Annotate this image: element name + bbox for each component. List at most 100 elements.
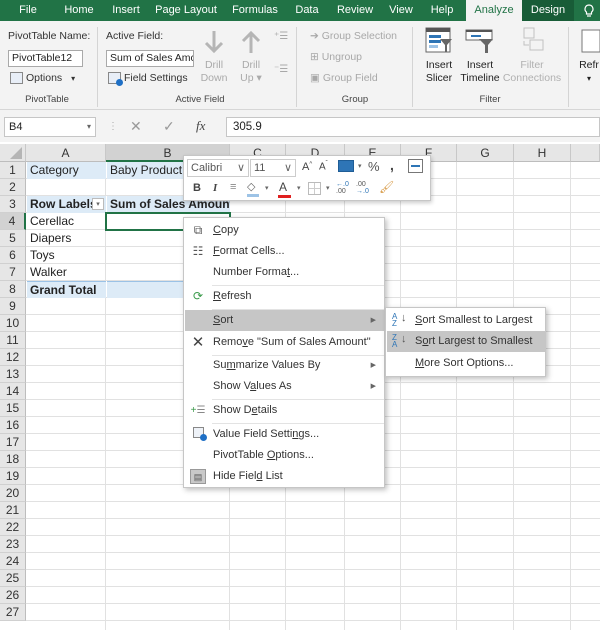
menu-item-show-values-as[interactable]: Show Values As ▶	[185, 376, 384, 397]
cell-a3[interactable]: Row Labels ▾	[27, 196, 106, 213]
row-header-16[interactable]: 16	[0, 417, 26, 434]
column-header-g[interactable]: G	[457, 144, 514, 162]
row-header-27[interactable]: 27	[0, 604, 26, 621]
column-header-a[interactable]: A	[26, 144, 106, 162]
row-header-18[interactable]: 18	[0, 451, 26, 468]
row-header-4[interactable]: 4	[0, 213, 26, 230]
chevron-down-icon[interactable]: ▾	[265, 184, 269, 192]
insert-function-icon[interactable]: fx	[196, 118, 205, 134]
row-header-7[interactable]: 7	[0, 264, 26, 281]
ungroup-button[interactable]: ⊞ Ungroup	[310, 51, 362, 63]
tell-me-lightbulb-icon[interactable]	[578, 0, 600, 21]
menu-item-value-field-settings[interactable]: Value Field Settings...	[185, 424, 384, 445]
select-all-corner[interactable]	[0, 144, 26, 162]
format-as-table-icon[interactable]	[408, 159, 423, 173]
italic-button[interactable]: I	[213, 182, 217, 194]
row-header-26[interactable]: 26	[0, 587, 26, 604]
column-header-h[interactable]: H	[514, 144, 571, 162]
decrease-decimal-icon[interactable]: .00 →.0	[356, 181, 369, 195]
row-header-6[interactable]: 6	[0, 247, 26, 264]
align-center-icon[interactable]: ≡	[230, 181, 236, 193]
group-field-button[interactable]: ▣ Group Field	[310, 72, 378, 84]
row-header-9[interactable]: 9	[0, 298, 26, 315]
options-button[interactable]: Options ▾	[10, 72, 75, 85]
formula-input[interactable]: 305.9	[226, 117, 600, 137]
row-header-8[interactable]: 8	[0, 281, 26, 298]
menu-item-number-format[interactable]: Number Format...	[185, 262, 384, 283]
row-header-24[interactable]: 24	[0, 553, 26, 570]
comma-style-button[interactable]: ,	[390, 157, 394, 173]
menu-item-remove[interactable]: ✕ Remove "Sum of Sales Amount"	[185, 332, 384, 353]
tab-design[interactable]: Design	[522, 0, 574, 21]
tab-analyze[interactable]: Analyze	[466, 0, 522, 21]
menu-item-copy[interactable]: ⧉ Copy	[185, 220, 384, 241]
tab-formulas[interactable]: Formulas	[224, 0, 286, 21]
pivottable-name-input[interactable]: PivotTable12	[8, 50, 83, 67]
menu-item-refresh[interactable]: ⟳ Refresh	[185, 286, 384, 307]
cell-a8[interactable]: Grand Total	[27, 281, 106, 298]
chevron-down-icon[interactable]: ▾	[358, 162, 362, 170]
menu-item-format-cells[interactable]: ☷ Format Cells...	[185, 241, 384, 262]
tab-data[interactable]: Data	[288, 0, 326, 21]
tab-view[interactable]: View	[382, 0, 420, 21]
menu-item-more-sort-options[interactable]: More Sort Options...	[387, 353, 545, 374]
increase-decimal-icon[interactable]: ←.0.00	[336, 181, 349, 195]
row-header-10[interactable]: 10	[0, 315, 26, 332]
font-color-icon[interactable]: A	[278, 180, 291, 198]
row-header-15[interactable]: 15	[0, 400, 26, 417]
menu-item-summarize-values-by[interactable]: Summarize Values By ▶	[185, 355, 384, 376]
decrease-font-size-icon[interactable]: Aˇ	[319, 161, 328, 172]
bold-button[interactable]: B	[193, 182, 201, 194]
tab-review[interactable]: Review	[330, 0, 380, 21]
row-header-2[interactable]: 2	[0, 179, 26, 196]
menu-item-sort-largest-to-smallest[interactable]: Z A ↓ Sort Largest to Smallest	[387, 331, 545, 352]
borders-icon[interactable]	[308, 182, 321, 195]
row-header-17[interactable]: 17	[0, 434, 26, 451]
group-selection-button[interactable]: ➔ Group Selection	[310, 30, 397, 42]
row-header-12[interactable]: 12	[0, 349, 26, 366]
menu-item-pivottable-options[interactable]: PivotTable Options...	[185, 445, 384, 466]
row-header-25[interactable]: 25	[0, 570, 26, 587]
percent-style-button[interactable]: %	[368, 159, 380, 174]
menu-item-sort[interactable]: Sort ▶	[185, 310, 384, 331]
row-header-13[interactable]: 13	[0, 366, 26, 383]
tab-help[interactable]: Help	[422, 0, 462, 21]
collapse-field-icon[interactable]: ⁻☰	[274, 64, 288, 75]
filter-connections-button[interactable]: Filter Connections	[502, 27, 562, 85]
cell-a6[interactable]: Toys	[27, 247, 106, 264]
expand-field-icon[interactable]: ⁺☰	[274, 31, 288, 42]
accounting-format-icon[interactable]	[338, 160, 354, 172]
menu-item-sort-smallest-to-largest[interactable]: A Z ↓ Sort Smallest to Largest	[387, 310, 545, 331]
refresh-button[interactable]: Refr ▾	[574, 27, 600, 85]
fill-color-icon[interactable]: ◇	[247, 180, 259, 197]
column-header-i[interactable]	[571, 144, 600, 162]
tab-file[interactable]: File	[8, 0, 48, 21]
font-size-dropdown[interactable]: 11 ∨	[250, 159, 296, 177]
cell-a1[interactable]: Category	[27, 162, 106, 179]
insert-timeline-button[interactable]: Insert Timeline	[458, 27, 502, 85]
font-name-dropdown[interactable]: Calibri ∨	[187, 159, 249, 177]
filter-dropdown-button[interactable]: ▾	[92, 198, 104, 210]
tab-insert[interactable]: Insert	[104, 0, 148, 21]
chevron-down-icon[interactable]: ▾	[297, 184, 301, 192]
row-header-19[interactable]: 19	[0, 468, 26, 485]
active-field-input[interactable]: Sum of Sales Amc	[106, 50, 194, 67]
cancel-icon[interactable]: ✕	[130, 118, 142, 135]
tab-page-layout[interactable]: Page Layout	[150, 0, 222, 21]
row-header-11[interactable]: 11	[0, 332, 26, 349]
row-header-22[interactable]: 22	[0, 519, 26, 536]
chevron-down-icon[interactable]: ▾	[326, 184, 330, 192]
cell-a5[interactable]: Diapers	[27, 230, 106, 247]
row-header-1[interactable]: 1	[0, 162, 26, 179]
row-header-23[interactable]: 23	[0, 536, 26, 553]
cell-a4[interactable]: Cerellac	[27, 213, 106, 230]
menu-item-hide-field-list[interactable]: ▤ Hide Field List	[185, 466, 384, 487]
cell-a7[interactable]: Walker	[27, 264, 106, 281]
tab-home[interactable]: Home	[56, 0, 102, 21]
increase-font-size-icon[interactable]: A^	[302, 161, 312, 173]
insert-slicer-button[interactable]: Insert Slicer	[422, 27, 456, 85]
row-header-14[interactable]: 14	[0, 383, 26, 400]
enter-check-icon[interactable]: ✓	[163, 118, 175, 135]
row-header-20[interactable]: 20	[0, 485, 26, 502]
menu-item-show-details[interactable]: +☰ Show Details	[185, 400, 384, 421]
